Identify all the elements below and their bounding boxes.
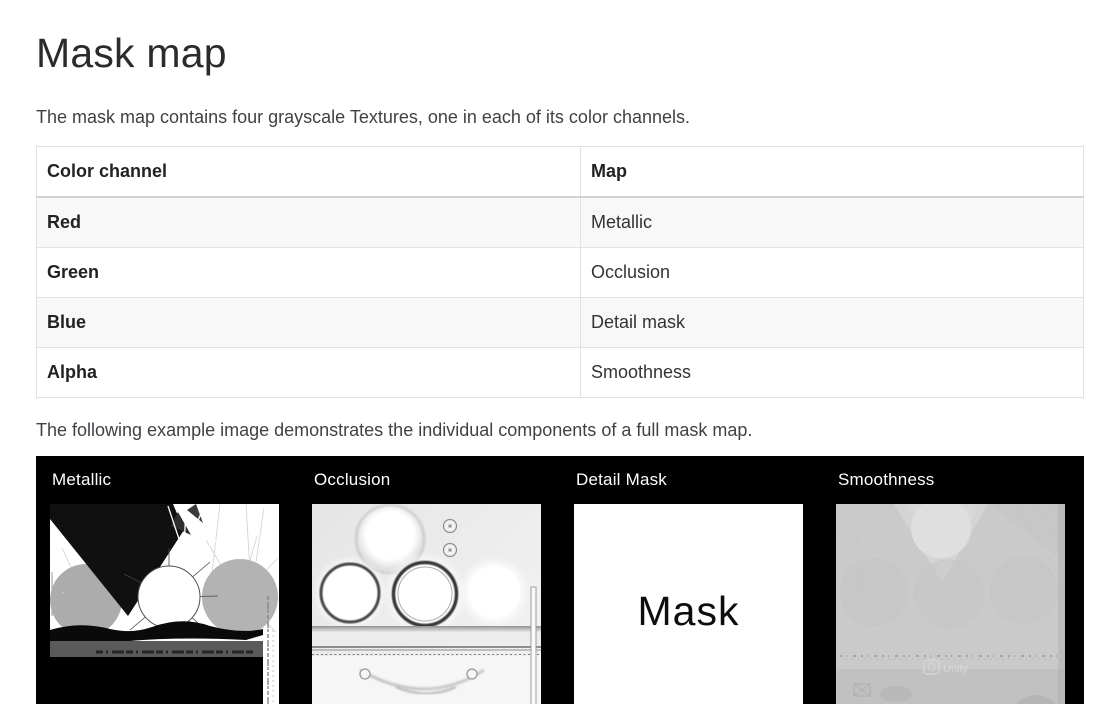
channel-map-table: Color channel Map Red Metallic Green Occ… — [36, 146, 1084, 398]
table-row: Red Metallic — [36, 196, 1084, 248]
channel-cell: Red — [36, 196, 581, 248]
example-caption: The following example image demonstrates… — [36, 420, 753, 440]
doc-page: Mask map The mask map contains four gray… — [0, 0, 1107, 709]
header-map: Map — [580, 146, 1084, 198]
channel-cell: Alpha — [36, 347, 581, 398]
map-cell: Occlusion — [580, 247, 1084, 298]
map-cell: Smoothness — [580, 347, 1084, 398]
figure-panel-occlusion: Occlusion — [312, 456, 541, 704]
watermark-text: Unity — [943, 663, 969, 675]
mask-map-example-figure: Metallic Occlusion Detail Mask Mask Smoo… — [36, 456, 1084, 704]
detail-mask-texture-image: Mask — [574, 504, 803, 704]
table-header-row: Color channel Map — [36, 146, 1084, 198]
figure-panel-metallic: Metallic — [50, 456, 279, 704]
panel-label-detail-mask: Detail Mask — [576, 470, 668, 489]
detail-mask-text: Mask — [637, 588, 740, 634]
figure-panel-detail-mask: Detail Mask Mask — [574, 456, 803, 704]
panel-label-metallic: Metallic — [52, 470, 112, 489]
smoothness-texture-image: Unity — [836, 504, 1065, 704]
channel-cell: Blue — [36, 297, 581, 348]
map-cell: Detail mask — [580, 297, 1084, 348]
intro-paragraph: The mask map contains four grayscale Tex… — [36, 107, 691, 127]
table-row: Green Occlusion — [36, 247, 1084, 298]
occlusion-texture-image — [312, 504, 541, 704]
panel-label-smoothness: Smoothness — [838, 470, 935, 489]
page-title: Mask map — [36, 30, 227, 76]
metallic-texture-image — [50, 504, 279, 704]
map-cell: Metallic — [580, 196, 1084, 248]
panel-label-occlusion: Occlusion — [314, 470, 391, 489]
header-color-channel: Color channel — [36, 146, 581, 198]
table-row: Alpha Smoothness — [36, 347, 1084, 398]
table-row: Blue Detail mask — [36, 297, 1084, 348]
figure-panel-smoothness: Smoothness Unity — [836, 456, 1065, 704]
channel-cell: Green — [36, 247, 581, 298]
